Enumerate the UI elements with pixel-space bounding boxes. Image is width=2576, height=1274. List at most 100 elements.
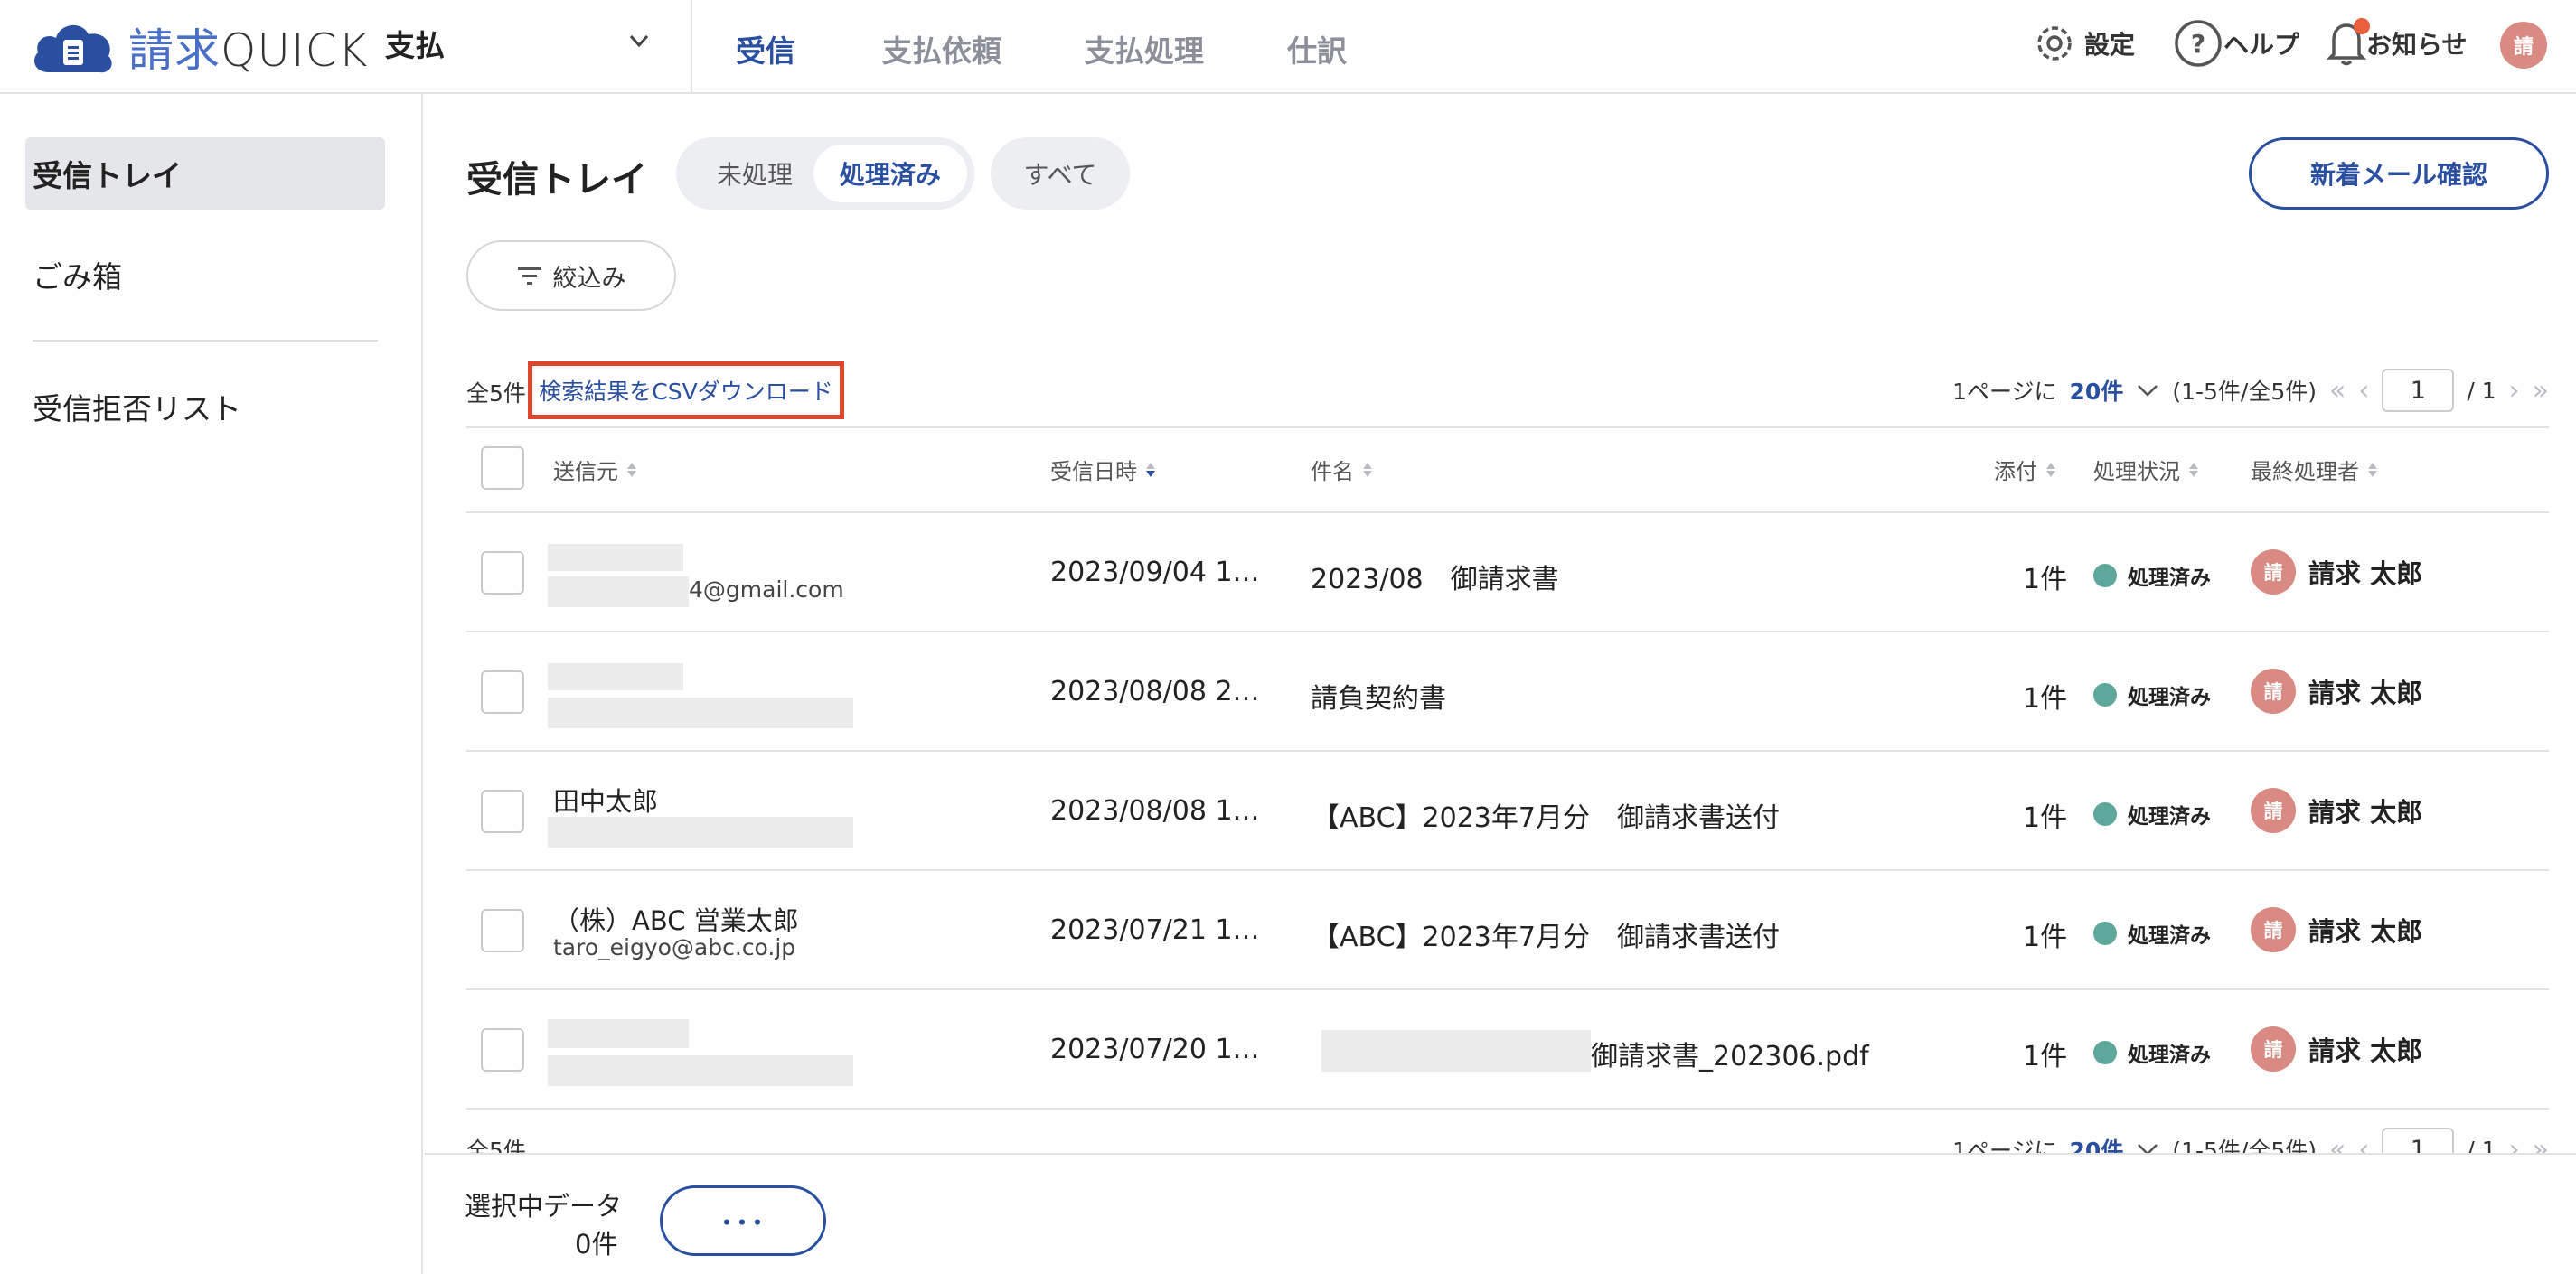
settings-label: 設定 xyxy=(2084,30,2136,60)
help-label: ヘルプ xyxy=(2223,30,2300,60)
help-button[interactable]: ? ヘルプ xyxy=(2173,16,2299,70)
status-badge: 処理済み xyxy=(2093,560,2211,591)
row-checkbox[interactable] xyxy=(481,790,524,833)
col-header-status[interactable]: 処理状況 xyxy=(2093,454,2198,485)
org-selector-label[interactable]: 支払 xyxy=(385,22,445,65)
attachment-count: 1件 xyxy=(2023,922,2068,953)
per-page-select[interactable]: 20件 xyxy=(2070,374,2124,407)
received-date: 2023/07/20 1… xyxy=(1050,1034,1260,1065)
notice-label: お知らせ xyxy=(2366,30,2468,60)
next-page-icon[interactable]: › xyxy=(2509,375,2520,407)
total-count: 全5件 xyxy=(466,380,526,407)
header-bottom-border xyxy=(466,511,2549,513)
attachment-count: 1件 xyxy=(2023,683,2068,715)
page-number-input[interactable]: 1 xyxy=(2382,369,2455,412)
sender-email: 4@gmail.com xyxy=(689,576,844,603)
tab-processed[interactable]: 処理済み xyxy=(813,145,967,202)
status-badge: 処理済み xyxy=(2093,918,2211,949)
avatar: 請 xyxy=(2251,907,2296,952)
sender-email: taro_eigyo@abc.co.jp xyxy=(553,934,796,960)
app-logo[interactable]: 請求QUICK xyxy=(128,14,368,80)
prev-page-icon[interactable]: ‹ xyxy=(2358,375,2369,407)
chevron-down-icon[interactable] xyxy=(2136,381,2159,399)
last-page-icon[interactable]: » xyxy=(2533,375,2549,407)
nav-tab-receive[interactable]: 受信 xyxy=(736,27,795,70)
nav-tab-payment-process[interactable]: 支払処理 xyxy=(1085,27,1204,70)
settings-button[interactable]: 設定 xyxy=(2030,16,2135,70)
row-checkbox[interactable] xyxy=(481,1028,524,1072)
processor: 請請求 太郎 xyxy=(2251,788,2422,833)
status-badge: 処理済み xyxy=(2093,679,2211,710)
processor: 請請求 太郎 xyxy=(2251,549,2422,595)
processor: 請請求 太郎 xyxy=(2251,1026,2422,1072)
list-toolbar-top: 全5件 検索結果をCSVダウンロード 1ページに 20件 (1-5件/全5件) … xyxy=(466,361,2549,419)
page-title: 受信トレイ xyxy=(466,159,647,201)
col-header-sender[interactable]: 送信元 xyxy=(553,454,636,485)
logo-cloud-icon[interactable] xyxy=(29,16,116,78)
chevron-down-icon[interactable] xyxy=(627,29,651,52)
redacted-sender-email xyxy=(548,698,853,728)
redacted-sender-email xyxy=(548,817,853,848)
pagination: 1ページに 20件 (1-5件/全5件) « ‹ 1 / 1 › » xyxy=(1952,361,2549,419)
status-dot-icon xyxy=(2093,564,2117,587)
row-divider xyxy=(466,1108,2549,1110)
nav-tab-journal[interactable]: 仕訳 xyxy=(1287,27,1347,70)
row-checkbox[interactable] xyxy=(481,551,524,595)
selected-data-count: 0件 xyxy=(575,1229,618,1260)
notification-badge xyxy=(2354,18,2370,34)
received-date: 2023/07/21 1… xyxy=(1050,914,1260,946)
select-all-checkbox[interactable] xyxy=(481,446,524,490)
subject: 御請求書_202306.pdf xyxy=(1591,1041,1869,1073)
filter-button[interactable]: 絞込み xyxy=(466,240,676,311)
row-checkbox[interactable] xyxy=(481,909,524,952)
status-dot-icon xyxy=(2093,802,2117,826)
redacted-sender-name xyxy=(548,544,683,571)
status-badge: 処理済み xyxy=(2093,799,2211,829)
col-header-received[interactable]: 受信日時 xyxy=(1050,454,1155,485)
attachment-count: 1件 xyxy=(2023,802,2068,834)
user-avatar[interactable]: 請 xyxy=(2500,22,2547,69)
redacted-subject xyxy=(1321,1030,1591,1072)
sidebar-item-blocklist[interactable]: 受信拒否リスト xyxy=(25,370,385,443)
csv-download-link[interactable]: 検索結果をCSVダウンロード xyxy=(528,361,844,419)
row-divider xyxy=(466,869,2549,871)
nav-tab-payment-request[interactable]: 支払依頼 xyxy=(882,27,1001,70)
sidebar-item-trash[interactable]: ごみ箱 xyxy=(25,239,385,311)
redacted-sender-name xyxy=(548,663,683,690)
processor: 請請求 太郎 xyxy=(2251,669,2422,714)
col-header-subject[interactable]: 件名 xyxy=(1311,454,1372,485)
selection-action-bar: 選択中データ 0件 ･･･ xyxy=(425,1153,2576,1274)
help-icon: ? xyxy=(2175,20,2222,67)
header-divider xyxy=(691,0,692,94)
check-new-mail-button[interactable]: 新着メール確認 xyxy=(2249,137,2549,210)
sidebar-divider xyxy=(33,340,378,342)
avatar: 請 xyxy=(2251,788,2296,833)
subject: 【ABC】2023年7月分 御請求書送付 xyxy=(1312,802,1780,834)
status-dot-icon xyxy=(2093,1041,2117,1064)
filter-label: 絞込み xyxy=(552,264,626,293)
processor: 請請求 太郎 xyxy=(2251,907,2422,952)
received-date: 2023/08/08 2… xyxy=(1050,676,1260,707)
avatar: 請 xyxy=(2251,1026,2296,1072)
row-checkbox[interactable] xyxy=(481,670,524,714)
sort-icon xyxy=(627,462,636,477)
tab-all[interactable]: すべて xyxy=(991,137,1130,210)
gear-icon xyxy=(2037,26,2072,61)
col-header-processor[interactable]: 最終処理者 xyxy=(2251,454,2377,485)
logo-kanji: 請求 xyxy=(128,24,221,77)
sender-name: 田中太郎 xyxy=(553,786,659,817)
more-actions-button[interactable]: ･･･ xyxy=(660,1185,826,1256)
row-divider xyxy=(466,750,2549,752)
first-page-icon[interactable]: « xyxy=(2329,375,2346,407)
tab-unprocessed[interactable]: 未処理 xyxy=(687,145,823,202)
sidebar-item-inbox[interactable]: 受信トレイ xyxy=(25,137,385,210)
logo-latin: QUICK xyxy=(221,24,369,77)
sort-icon xyxy=(2046,462,2055,477)
notice-button[interactable]: お知らせ xyxy=(2327,16,2467,70)
row-divider xyxy=(466,988,2549,990)
received-date: 2023/08/08 1… xyxy=(1050,795,1260,827)
subject: 請負契約書 xyxy=(1311,683,1446,715)
sender-name: （株）ABC 営業太郎 xyxy=(553,905,799,936)
filter-icon xyxy=(517,267,541,285)
col-header-attachments[interactable]: 添付 xyxy=(1994,454,2055,485)
